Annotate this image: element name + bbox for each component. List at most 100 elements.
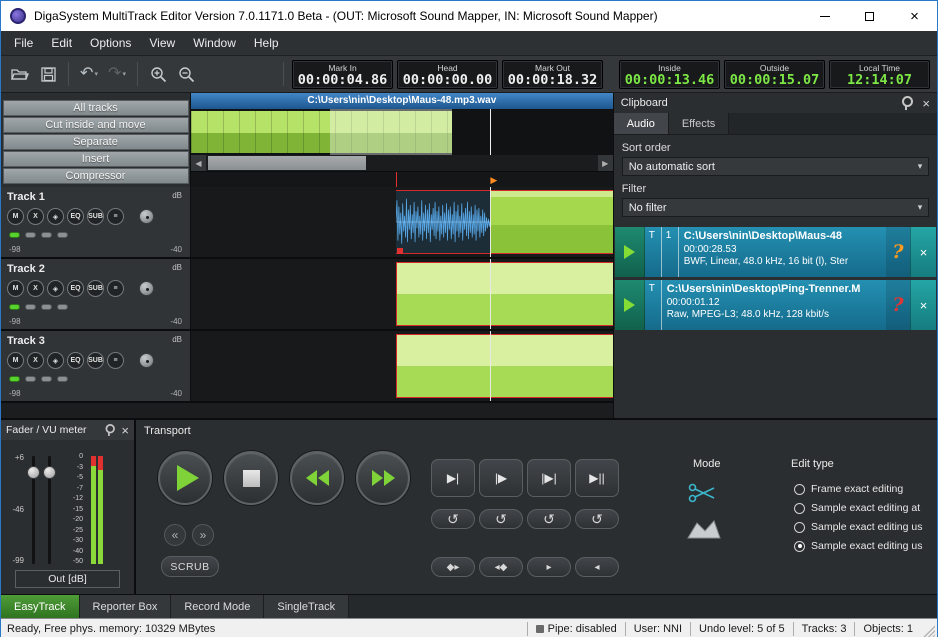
timeline-ruler[interactable]: ▶ — [191, 171, 613, 187]
audio-region[interactable] — [396, 262, 613, 326]
redo-button[interactable]: ↷ ▾ — [104, 61, 130, 87]
envelope-mode-icon[interactable] — [686, 518, 722, 545]
track-menu-button[interactable]: ≡ — [107, 208, 124, 225]
menu-view[interactable]: View — [140, 32, 184, 54]
play-around-button[interactable]: ▶|| — [575, 459, 619, 497]
loop-button[interactable]: ↺ — [479, 509, 523, 529]
play-to-mark-button[interactable]: ▶| — [431, 459, 475, 497]
loop-button[interactable]: ↺ — [527, 509, 571, 529]
scrub-button[interactable]: SCRUB — [161, 556, 219, 577]
mute-all-button[interactable]: X — [27, 208, 44, 225]
gain-knob[interactable] — [139, 353, 154, 368]
close-icon[interactable]: × — [922, 97, 930, 110]
track-menu-button[interactable]: ≡ — [107, 280, 124, 297]
eq-button[interactable]: EQ — [67, 352, 84, 369]
track-3-waveform[interactable] — [191, 331, 613, 401]
next-object-button[interactable]: » — [192, 524, 214, 546]
pan-button[interactable]: ◈ — [47, 352, 64, 369]
gain-knob[interactable] — [139, 281, 154, 296]
separate-button[interactable]: Separate — [3, 134, 189, 150]
resize-grip[interactable] — [922, 624, 935, 637]
clipboard-item[interactable]: T 1 C:\Users\nin\Desktop\Maus-48 00:00:2… — [615, 227, 936, 277]
eq-button[interactable]: EQ — [67, 208, 84, 225]
close-icon[interactable]: × — [121, 424, 129, 437]
menu-help[interactable]: Help — [245, 32, 288, 54]
tab-reporter-box[interactable]: Reporter Box — [80, 595, 172, 618]
open-folder-button[interactable] — [7, 61, 33, 87]
play-selection-button[interactable]: |▶| — [527, 459, 571, 497]
track-2-waveform[interactable] — [191, 259, 613, 329]
pin-icon[interactable] — [105, 424, 113, 436]
item-play-button[interactable] — [615, 280, 645, 330]
audio-region[interactable] — [396, 334, 613, 398]
overview-scrollbar[interactable]: ◀ ▶ — [191, 155, 613, 171]
mute-button[interactable]: M — [7, 352, 24, 369]
pan-button[interactable]: ◈ — [47, 208, 64, 225]
tab-audio[interactable]: Audio — [614, 113, 669, 134]
menu-window[interactable]: Window — [184, 32, 245, 54]
item-remove-button[interactable]: × — [910, 280, 936, 330]
scroll-left-arrow[interactable]: ◀ — [191, 155, 206, 171]
edit-option-sample-exact-3[interactable]: Sample exact editing us — [794, 540, 922, 552]
sort-order-select[interactable]: No automatic sort ▾ — [622, 157, 929, 176]
rewind-button[interactable] — [290, 451, 344, 505]
menu-file[interactable]: File — [5, 32, 42, 54]
filter-select[interactable]: No filter ▾ — [622, 198, 929, 217]
overview-waveform[interactable] — [191, 109, 613, 155]
zoom-in-button[interactable] — [145, 61, 171, 87]
tab-singletrack[interactable]: SingleTrack — [264, 595, 349, 618]
maximize-button[interactable] — [847, 1, 892, 31]
tab-record-mode[interactable]: Record Mode — [171, 595, 264, 618]
tab-effects[interactable]: Effects — [669, 113, 729, 134]
edit-option-sample-exact-1[interactable]: Sample exact editing at — [794, 502, 920, 514]
step-back-button[interactable]: ◂ — [575, 557, 619, 577]
item-remove-button[interactable]: × — [910, 227, 936, 277]
overview-file-header[interactable]: C:\Users\nin\Desktop\Maus-48.mp3.wav — [191, 93, 613, 109]
fader-thumb-right[interactable] — [43, 466, 56, 479]
stop-button[interactable] — [224, 451, 278, 505]
question-mark-icon[interactable]: ? — [886, 227, 910, 277]
play-button[interactable] — [158, 451, 212, 505]
edit-option-sample-exact-2[interactable]: Sample exact editing us — [794, 521, 922, 533]
eq-button[interactable]: EQ — [67, 280, 84, 297]
loop-button[interactable]: ↺ — [575, 509, 619, 529]
jump-to-mark-out-button[interactable]: ◂◆ — [479, 557, 523, 577]
playhead-marker[interactable]: ▶ — [490, 174, 497, 186]
item-play-button[interactable] — [615, 227, 645, 277]
step-forward-button[interactable]: ▸ — [527, 557, 571, 577]
loop-button[interactable]: ↺ — [431, 509, 475, 529]
play-from-mark-button[interactable]: |▶ — [479, 459, 523, 497]
save-button[interactable] — [35, 61, 61, 87]
menu-options[interactable]: Options — [81, 32, 140, 54]
fast-forward-button[interactable] — [356, 451, 410, 505]
mute-button[interactable]: M — [7, 280, 24, 297]
all-tracks-button[interactable]: All tracks — [3, 100, 189, 116]
sub-button[interactable]: SUB — [87, 352, 104, 369]
compressor-button[interactable]: Compressor — [3, 168, 189, 184]
mute-all-button[interactable]: X — [27, 280, 44, 297]
undo-button[interactable]: ↶ ▾ — [76, 61, 102, 87]
zoom-out-button[interactable] — [173, 61, 199, 87]
fader-thumb-left[interactable] — [27, 466, 40, 479]
edit-option-frame-exact[interactable]: Frame exact editing — [794, 483, 903, 495]
scrollbar-thumb[interactable] — [208, 156, 366, 170]
clipboard-item[interactable]: T C:\Users\nin\Desktop\Ping-Trenner.M 00… — [615, 280, 936, 330]
pan-button[interactable]: ◈ — [47, 280, 64, 297]
question-mark-icon[interactable]: ? — [886, 280, 910, 330]
jump-to-mark-in-button[interactable]: ◆▸ — [431, 557, 475, 577]
close-button[interactable]: × — [892, 1, 937, 31]
sub-button[interactable]: SUB — [87, 208, 104, 225]
pin-icon[interactable] — [901, 96, 910, 110]
previous-object-button[interactable]: « — [164, 524, 186, 546]
mute-button[interactable]: M — [7, 208, 24, 225]
track-menu-button[interactable]: ≡ — [107, 352, 124, 369]
scrollbar-track[interactable] — [206, 155, 598, 171]
insert-button[interactable]: Insert — [3, 151, 189, 167]
mute-all-button[interactable]: X — [27, 352, 44, 369]
track-1-waveform[interactable] — [191, 187, 613, 257]
cut-inside-and-move-button[interactable]: Cut inside and move — [3, 117, 189, 133]
minimize-button[interactable] — [802, 1, 847, 31]
cut-mode-icon[interactable] — [688, 482, 716, 509]
gain-knob[interactable] — [139, 209, 154, 224]
tab-easytrack[interactable]: EasyTrack — [1, 595, 80, 618]
